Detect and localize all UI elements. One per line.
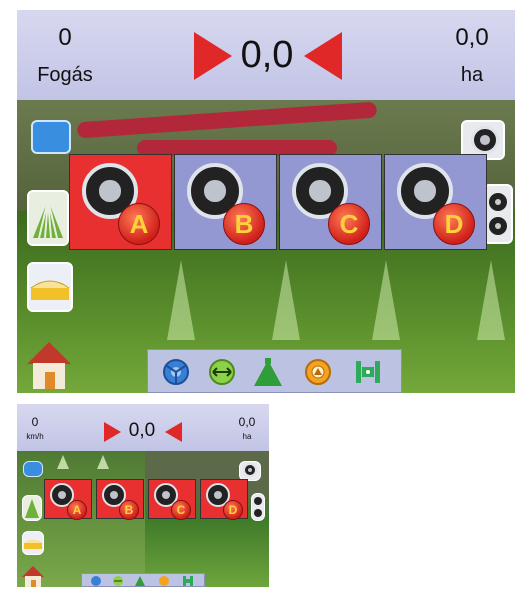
- bottom-toolbar: [147, 349, 402, 393]
- camera-icon: [471, 126, 499, 154]
- home-button[interactable]: [21, 563, 45, 587]
- status-header: 0 Fogás 0,0 0,0 ha: [17, 10, 515, 100]
- home-button[interactable]: [25, 336, 73, 390]
- spray-plume: [477, 260, 505, 340]
- boom-section-a-button[interactable]: A: [69, 154, 172, 250]
- boom-section-letter: C: [328, 203, 370, 245]
- speed-unit: km/h: [26, 432, 44, 441]
- boom-section-letter: B: [119, 500, 139, 520]
- area-value: 0,0: [238, 415, 256, 429]
- field-rows-icon: [33, 199, 63, 239]
- home-icon: [22, 566, 44, 587]
- field-rows-button[interactable]: [27, 190, 69, 246]
- boom-section-icon[interactable]: [354, 358, 382, 386]
- area-value: 0,0: [455, 24, 489, 51]
- width-icon[interactable]: [208, 358, 236, 386]
- camera-view: A B C D: [17, 100, 515, 393]
- boom-height-icon: [24, 539, 42, 549]
- boom-section-b-button[interactable]: B: [96, 479, 144, 520]
- camera-target-icon[interactable]: [304, 358, 332, 386]
- boom-section-a-button[interactable]: A: [44, 479, 92, 520]
- area-unit: ha: [460, 64, 484, 86]
- pass-count-unit: Fogás: [37, 64, 93, 86]
- spray-plume: [167, 260, 195, 340]
- spray-plume: [57, 455, 69, 469]
- camera-target-icon[interactable]: [158, 575, 170, 587]
- boom-section-c-button[interactable]: C: [279, 154, 382, 250]
- pass-count-value: 0: [58, 24, 72, 51]
- boom-height-icon: [30, 280, 70, 300]
- boom-section-b-button[interactable]: B: [174, 154, 277, 250]
- boom-section-d-button[interactable]: D: [200, 479, 248, 520]
- steering-icon[interactable]: [162, 358, 190, 386]
- rate-readout: 0,0: [102, 418, 182, 446]
- dual-camera-button[interactable]: [483, 184, 513, 244]
- spray-plume: [272, 260, 300, 340]
- home-icon: [27, 342, 71, 389]
- sprayer-icon[interactable]: [252, 356, 284, 388]
- boom-section-d-button[interactable]: D: [384, 154, 487, 250]
- boom-section-letter: A: [67, 500, 87, 520]
- field-rows-button[interactable]: [22, 495, 42, 521]
- blue-screen-button[interactable]: [31, 120, 71, 154]
- sprayer-icon[interactable]: [134, 575, 146, 587]
- boom-height-button[interactable]: [27, 262, 73, 312]
- dual-camera-button[interactable]: [251, 493, 265, 521]
- boom-section-letter: B: [223, 203, 265, 245]
- boom-height-button[interactable]: [22, 531, 44, 555]
- spray-plume: [372, 260, 400, 340]
- arrow-left-icon: [304, 32, 342, 80]
- large-display: 0 Fogás 0,0 0,0 ha A B C D: [17, 10, 515, 393]
- steering-icon[interactable]: [90, 575, 102, 587]
- spray-plume: [97, 455, 109, 469]
- boom-section-letter: D: [433, 203, 475, 245]
- boom-section-c-button[interactable]: C: [148, 479, 196, 520]
- rate-readout: 0,0: [192, 24, 342, 84]
- bottom-toolbar: [81, 573, 205, 587]
- boom-section-letter: C: [171, 500, 191, 520]
- arrow-left-icon: [165, 422, 182, 442]
- dual-camera-icon: [254, 497, 262, 517]
- camera-icon: [243, 463, 257, 477]
- speed-value: 0: [31, 415, 39, 429]
- field-rows-icon: [25, 499, 39, 518]
- blue-screen-button[interactable]: [23, 461, 43, 477]
- dual-camera-icon: [489, 193, 507, 235]
- camera-button[interactable]: [239, 461, 261, 481]
- small-display: 0 km/h 0,0 0,0 ha A B C D: [17, 404, 269, 587]
- boom-section-letter: A: [118, 203, 160, 245]
- camera-view: A B C D: [17, 451, 269, 587]
- width-icon[interactable]: [112, 575, 124, 587]
- boom-section-letter: D: [223, 500, 243, 520]
- boom-section-icon[interactable]: [182, 575, 194, 587]
- status-header: 0 km/h 0,0 0,0 ha: [17, 404, 269, 451]
- area-unit: ha: [242, 432, 252, 441]
